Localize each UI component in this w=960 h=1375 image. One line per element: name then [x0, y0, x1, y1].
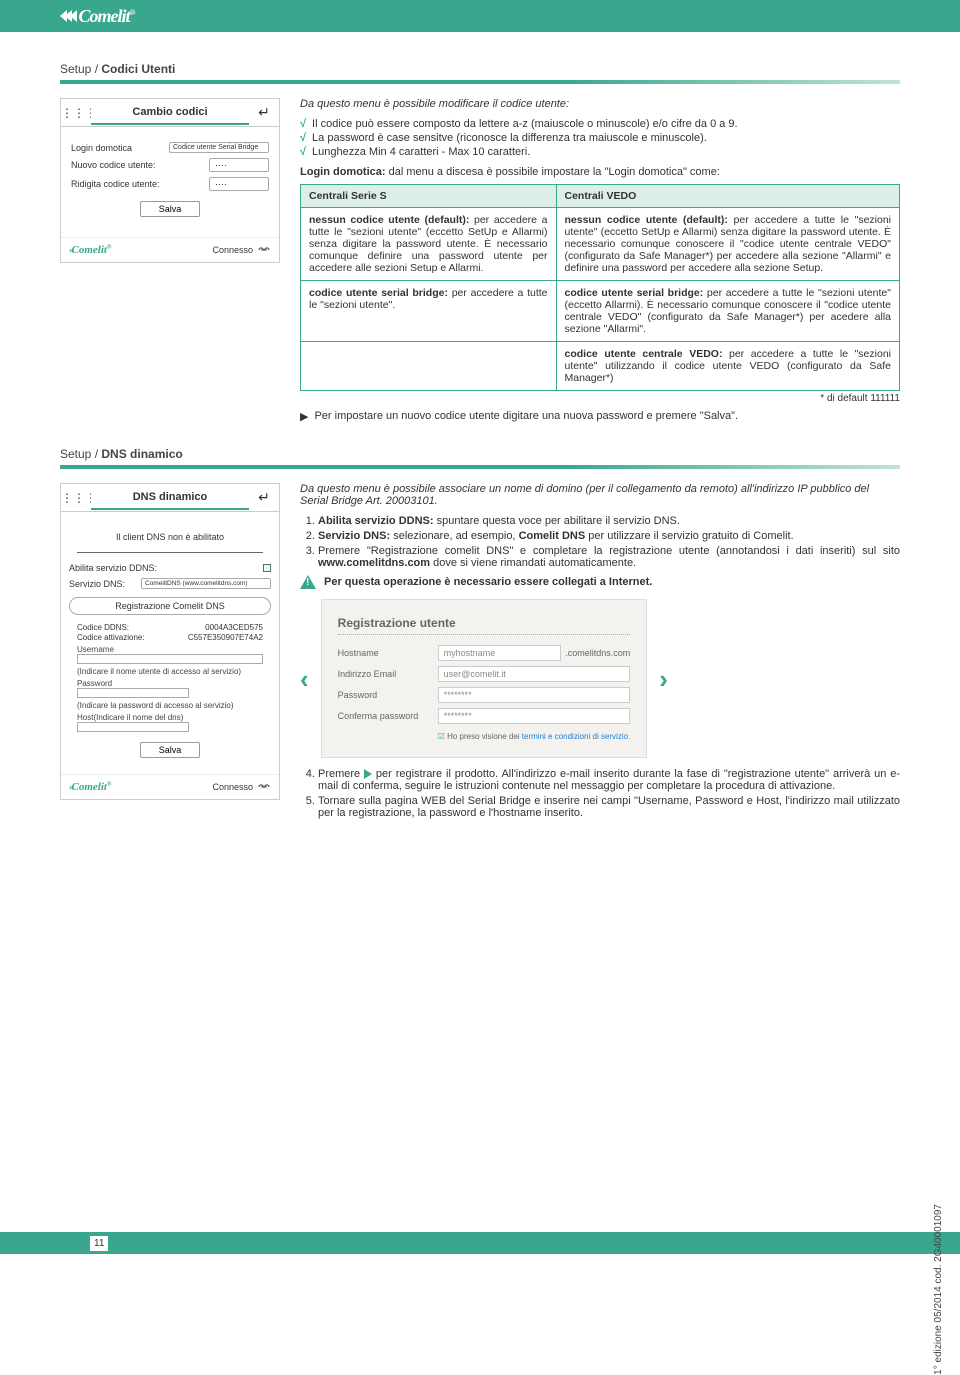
- section-divider: [60, 465, 900, 469]
- login-description: Login domotica: dal menu a discesa è pos…: [300, 166, 900, 178]
- intro-text: Da questo menu è possibile modificare il…: [300, 98, 900, 110]
- label-ridigita-codice: Ridigita codice utente:: [71, 179, 160, 189]
- chevron-left-icon[interactable]: ‹: [300, 666, 309, 692]
- link-icon: [257, 782, 271, 792]
- cell-r3c2: codice utente centrale VEDO: per acceder…: [556, 342, 900, 391]
- label-nuovo-codice: Nuovo codice utente:: [71, 160, 156, 170]
- rule-3: √Lunghezza Min 4 caratteri - Max 10 cara…: [300, 146, 900, 158]
- checkbox-enable-ddns[interactable]: [263, 564, 271, 572]
- table-footnote: * di default 111111: [300, 393, 900, 404]
- enter-icon[interactable]: ↵: [249, 104, 279, 121]
- footer-logo: «Comelit®: [69, 244, 111, 256]
- save-button[interactable]: Salva: [140, 742, 201, 758]
- label-service-dns: Servizio DNS:: [69, 579, 125, 589]
- brand-logo: Comelit®: [60, 6, 134, 27]
- status-connesso: Connesso: [212, 245, 271, 255]
- step-3: Premere "Registrazione comelit DNS" e co…: [318, 545, 900, 569]
- top-header: Comelit®: [0, 0, 960, 32]
- input-confirm-password[interactable]: ********: [438, 708, 631, 724]
- label-codice-ddns: Codice DDNS:: [77, 623, 129, 632]
- status-connesso: Connesso: [212, 782, 271, 792]
- label-email: Indirizzo Email: [338, 669, 438, 679]
- section2-title: Setup / DNS dinamico: [60, 447, 900, 461]
- footer-logo: «Comelit®: [69, 781, 111, 793]
- label-codice-attivazione: Codice attivazione:: [77, 633, 145, 642]
- link-icon: [257, 245, 271, 255]
- rule-2: √La password è case sensitve (riconosce …: [300, 132, 900, 144]
- input-nuovo-codice[interactable]: ····: [209, 158, 269, 172]
- label-login-domotica: Login domotica: [71, 143, 132, 153]
- play-icon: [364, 769, 372, 779]
- th-serie-s: Centrali Serie S: [301, 185, 557, 208]
- label-password: Password: [77, 679, 263, 688]
- rule-1: √Il codice può essere composto da letter…: [300, 118, 900, 130]
- section1-title: Setup / Codici Utenti: [60, 62, 900, 76]
- centrali-table: Centrali Serie S Centrali VEDO nessun co…: [300, 184, 900, 391]
- tab-cambio-codici[interactable]: Cambio codici: [91, 101, 249, 125]
- step-5: Tornare sulla pagina WEB del Serial Brid…: [318, 795, 900, 819]
- tab-dns-dinamico[interactable]: DNS dinamico: [91, 486, 249, 510]
- value-codice-ddns: 0004A3CED575: [205, 623, 263, 632]
- step-1: Abilita servizio DDNS: spuntare questa v…: [318, 515, 900, 527]
- label-reg-password: Password: [338, 690, 438, 700]
- cambio-codici-panel: ⋮⋮⋮ Cambio codici ↵ Login domotica Codic…: [60, 98, 280, 263]
- select-service-dns[interactable]: ComelitDNS (www.comelitdns.com): [141, 578, 271, 589]
- step-2: Servizio DNS: selezionare, ad esempio, C…: [318, 530, 900, 542]
- reg-title: Registrazione utente: [338, 616, 631, 630]
- input-hostname[interactable]: myhostname: [438, 645, 562, 661]
- input-host[interactable]: [77, 722, 189, 732]
- save-button[interactable]: Salva: [140, 201, 201, 217]
- edition-code: 1° edizione 05/2014 cod. 2G40001097: [933, 1204, 944, 1375]
- terms-row: ☑ Ho preso visione dei termini e condizi…: [438, 732, 631, 741]
- input-email[interactable]: user@comelit.it: [438, 666, 631, 682]
- section-divider: [60, 80, 900, 84]
- page-footer: 11: [0, 1232, 960, 1254]
- page-number: 11: [90, 1236, 108, 1251]
- menu-icon[interactable]: ⋮⋮⋮: [61, 106, 91, 120]
- dns-disabled-text: Il client DNS non è abilitato: [69, 532, 271, 542]
- chevron-right-icon[interactable]: ›: [659, 666, 668, 692]
- cell-r1c1: nessun codice utente (default): per acce…: [301, 208, 557, 281]
- input-ridigita-codice[interactable]: ····: [209, 177, 269, 191]
- input-reg-password[interactable]: ********: [438, 687, 631, 703]
- dns-panel: ⋮⋮⋮ DNS dinamico ↵ Il client DNS non è a…: [60, 483, 280, 800]
- label-confirm-password: Conferma password: [338, 711, 438, 721]
- registration-box: Registrazione utente Hostname myhostname…: [321, 599, 648, 758]
- th-vedo: Centrali VEDO: [556, 185, 900, 208]
- label-username: Username: [77, 645, 263, 654]
- register-comelit-dns-button[interactable]: Registrazione Comelit DNS: [69, 597, 271, 615]
- label-host: Host(Indicare il nome del dns): [77, 713, 263, 722]
- terms-link[interactable]: termini e condizioni di servizio.: [522, 732, 631, 741]
- cell-r2c1: codice utente serial bridge: per acceder…: [301, 281, 557, 342]
- enter-icon[interactable]: ↵: [249, 489, 279, 506]
- warning-row: Per questa operazione è necessario esser…: [300, 575, 900, 589]
- hostname-suffix: .comelitdns.com: [565, 648, 630, 658]
- input-password[interactable]: [77, 688, 189, 698]
- bullet-save: ▶Per impostare un nuovo codice utente di…: [300, 410, 900, 423]
- step-4: Premere per registrare il prodotto. All'…: [318, 768, 900, 792]
- input-username[interactable]: [77, 654, 263, 664]
- label-hostname: Hostname: [338, 648, 438, 658]
- cell-r1c2: nessun codice utente (default): per acce…: [556, 208, 900, 281]
- select-login-domotica[interactable]: Codice utente Serial Bridge: [169, 142, 269, 153]
- cell-r3c1: [301, 342, 557, 391]
- warning-icon: [300, 575, 316, 589]
- cell-r2c2: codice utente serial bridge: per acceder…: [556, 281, 900, 342]
- dns-intro: Da questo menu è possibile associare un …: [300, 483, 900, 507]
- label-enable-ddns: Abilita servizio DDNS:: [69, 563, 157, 573]
- menu-icon[interactable]: ⋮⋮⋮: [61, 491, 91, 505]
- value-codice-attivazione: C557E350907E74A2: [188, 633, 263, 642]
- help-username: (Indicare il nome utente di accesso al s…: [77, 667, 263, 676]
- help-password: (Indicare la password di accesso al serv…: [77, 701, 263, 710]
